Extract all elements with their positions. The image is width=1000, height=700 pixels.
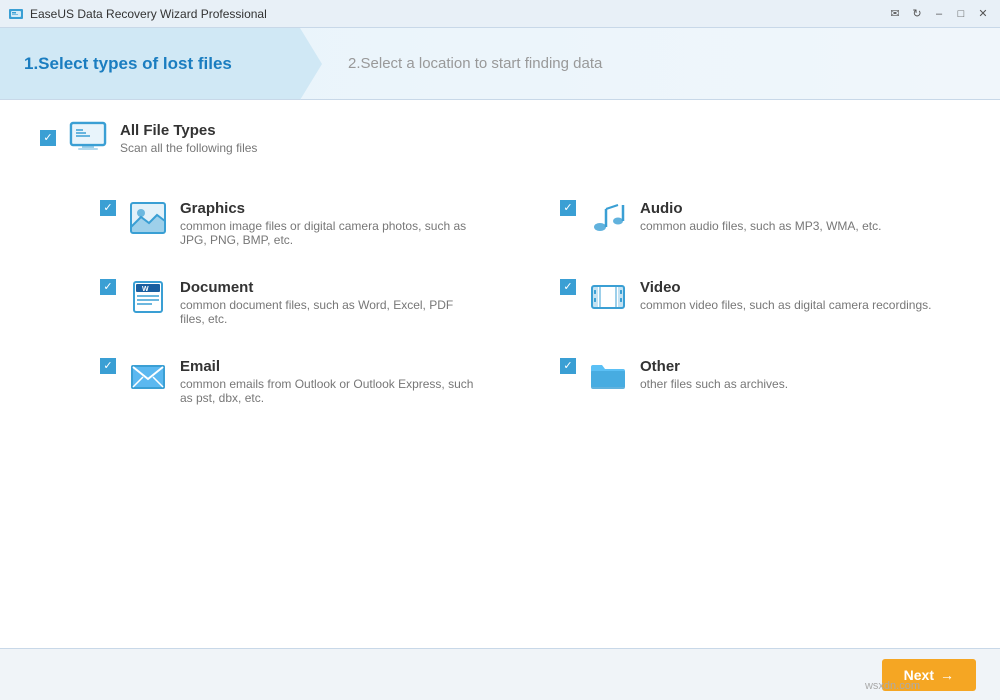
document-info: Document common document files, such as … xyxy=(180,279,480,326)
app-icon xyxy=(8,6,24,22)
audio-checkbox[interactable]: ✓ xyxy=(560,200,576,216)
title-bar: EaseUS Data Recovery Wizard Professional… xyxy=(0,0,1000,28)
graphics-checkbox[interactable]: ✓ xyxy=(100,200,116,216)
email-info: Email common emails from Outlook or Outl… xyxy=(180,358,480,405)
list-item: ✓ Audio common audio files, such as MP3,… xyxy=(500,184,960,263)
app-title: EaseUS Data Recovery Wizard Professional xyxy=(30,7,886,21)
checkmark: ✓ xyxy=(43,133,52,144)
step2: 2.Select a location to start finding dat… xyxy=(300,28,1000,99)
list-item: ✓ Video common vide xyxy=(500,263,960,342)
other-info: Other other files such as archives. xyxy=(640,358,940,391)
video-checkbox[interactable]: ✓ xyxy=(560,279,576,295)
other-title: Other xyxy=(640,358,940,375)
all-filetypes-checkbox[interactable]: ✓ xyxy=(40,130,56,146)
graphics-title: Graphics xyxy=(180,200,480,217)
email-checkbox[interactable]: ✓ xyxy=(100,358,116,374)
next-arrow-icon: → xyxy=(940,667,954,683)
audio-desc: common audio files, such as MP3, WMA, et… xyxy=(640,219,940,233)
document-title: Document xyxy=(180,279,480,296)
maximize-btn[interactable]: □ xyxy=(952,5,970,23)
video-desc: common video files, such as digital came… xyxy=(640,298,940,312)
list-item: ✓ W Document common document files, such… xyxy=(40,263,500,342)
bottom-bar: wsxdn.com Next → xyxy=(0,648,1000,700)
list-item: ✓ Email common emails from Outlook or Ou… xyxy=(40,342,500,421)
history-btn[interactable]: ↻ xyxy=(908,5,926,23)
window-controls: ✉ ↻ – □ ✕ xyxy=(886,5,992,23)
step1-label: 1.Select types of lost files xyxy=(24,54,232,74)
file-types-grid: ✓ Graphics common image files or digital… xyxy=(40,184,960,421)
document-checkbox-wrap: ✓ xyxy=(100,279,116,295)
graphics-desc: common image files or digital camera pho… xyxy=(180,219,480,247)
all-filetypes-title: All File Types xyxy=(120,122,257,139)
all-filetypes-icon xyxy=(68,120,108,156)
all-filetypes-info: All File Types Scan all the following fi… xyxy=(120,122,257,155)
graphics-icon xyxy=(128,200,168,236)
all-file-types-row: ✓ All File Types Scan all the following … xyxy=(40,120,960,156)
document-checkbox[interactable]: ✓ xyxy=(100,279,116,295)
audio-title: Audio xyxy=(640,200,940,217)
svg-text:W: W xyxy=(142,286,149,293)
document-desc: common document files, such as Word, Exc… xyxy=(180,298,480,326)
video-checkbox-wrap: ✓ xyxy=(560,279,576,295)
graphics-info: Graphics common image files or digital c… xyxy=(180,200,480,247)
main-content: ✓ All File Types Scan all the following … xyxy=(0,100,1000,648)
close-btn[interactable]: ✕ xyxy=(974,5,992,23)
all-filetypes-checkbox-wrap: ✓ xyxy=(40,130,56,146)
audio-info: Audio common audio files, such as MP3, W… xyxy=(640,200,940,233)
message-btn[interactable]: ✉ xyxy=(886,5,904,23)
graphics-checkbox-wrap: ✓ xyxy=(100,200,116,216)
email-icon xyxy=(128,358,168,394)
list-item: ✓ Other other files such as archives. xyxy=(500,342,960,421)
video-info: Video common video files, such as digita… xyxy=(640,279,940,312)
other-checkbox-wrap: ✓ xyxy=(560,358,576,374)
video-icon xyxy=(588,279,628,315)
step-header: 1.Select types of lost files 2.Select a … xyxy=(0,28,1000,100)
step1: 1.Select types of lost files xyxy=(0,28,300,99)
step2-label: 2.Select a location to start finding dat… xyxy=(348,55,602,72)
email-title: Email xyxy=(180,358,480,375)
other-checkbox[interactable]: ✓ xyxy=(560,358,576,374)
other-icon xyxy=(588,358,628,394)
email-checkbox-wrap: ✓ xyxy=(100,358,116,374)
minimize-btn[interactable]: – xyxy=(930,5,948,23)
other-desc: other files such as archives. xyxy=(640,377,940,391)
document-icon: W xyxy=(128,279,168,315)
email-desc: common emails from Outlook or Outlook Ex… xyxy=(180,377,480,405)
audio-icon xyxy=(588,200,628,236)
video-title: Video xyxy=(640,279,940,296)
list-item: ✓ Graphics common image files or digital… xyxy=(40,184,500,263)
audio-checkbox-wrap: ✓ xyxy=(560,200,576,216)
all-filetypes-desc: Scan all the following files xyxy=(120,141,257,155)
watermark: wsxdn.com xyxy=(865,680,920,692)
